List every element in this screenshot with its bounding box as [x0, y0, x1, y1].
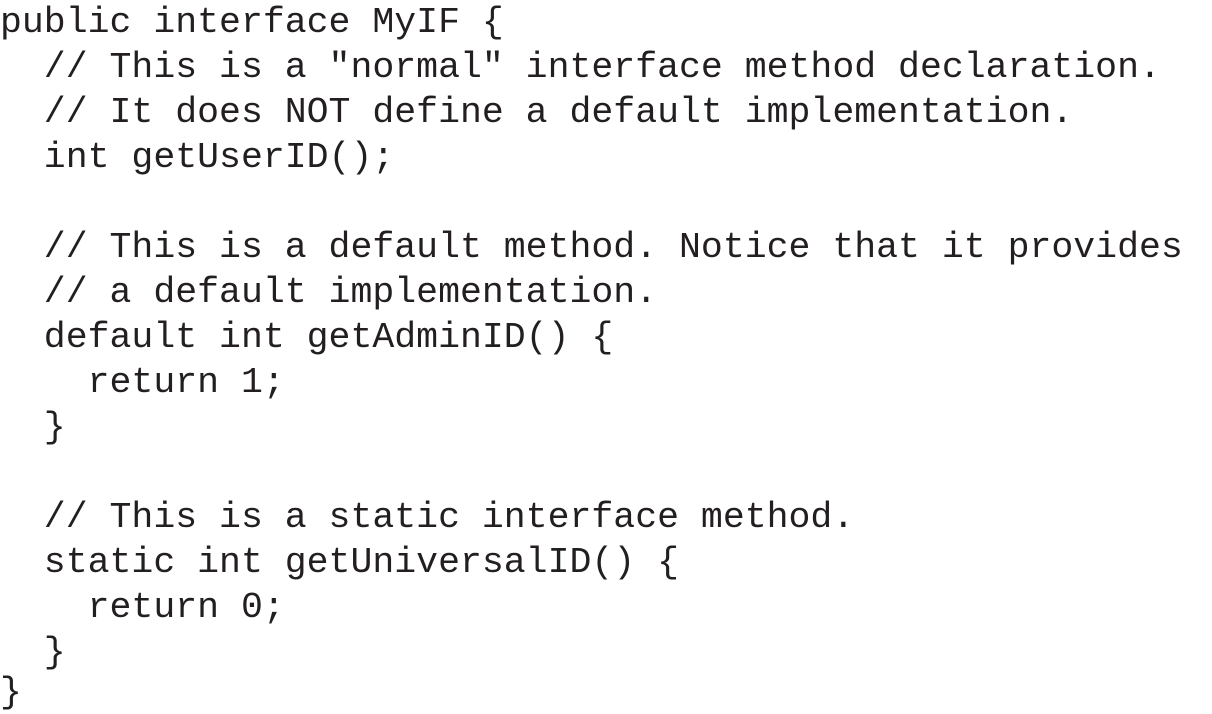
code-line-6: // This is a default method. Notice that…	[0, 227, 1183, 268]
code-listing: public interface MyIF { // This is a "no…	[0, 0, 1212, 714]
code-line-7: // a default implementation.	[0, 272, 658, 313]
code-line-2: // This is a "normal" interface method d…	[0, 47, 1161, 88]
code-line-10: }	[0, 407, 66, 448]
code-line-15: }	[0, 632, 66, 673]
code-line-1: public interface MyIF {	[0, 2, 504, 43]
code-line-3: // It does NOT define a default implemen…	[0, 92, 1074, 133]
code-line-14: return 0;	[0, 587, 285, 628]
code-line-16: }	[0, 672, 22, 713]
code-line-4: int getUserID();	[0, 137, 395, 178]
code-line-12: // This is a static interface method.	[0, 497, 855, 538]
code-line-13: static int getUniversalID() {	[0, 542, 680, 583]
code-line-8: default int getAdminID() {	[0, 317, 614, 358]
code-line-9: return 1;	[0, 362, 285, 403]
